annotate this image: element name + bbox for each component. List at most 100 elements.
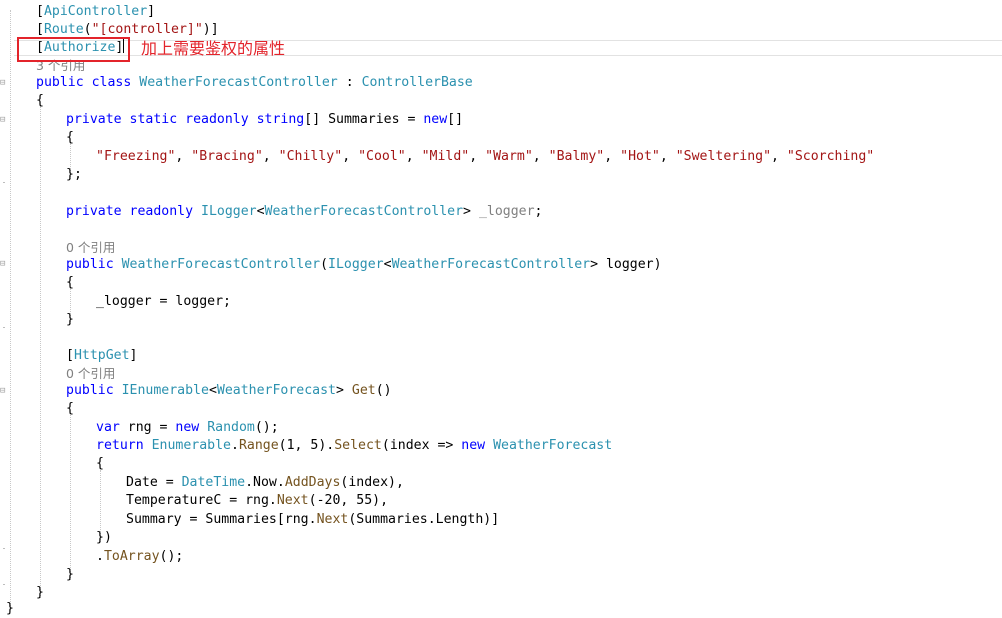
code-line[interactable]: public IEnumerable<WeatherForecast> Get(… [66,382,392,400]
string-literal: "Freezing" [96,149,176,164]
string-literal: "Warm" [485,149,533,164]
identifier: [] Summaries = [304,112,424,127]
dot: . [231,438,239,453]
code-line[interactable]: private static readonly string[] Summari… [66,111,463,129]
comma: , [262,149,279,164]
attribute-name: Route [43,22,84,37]
code-line[interactable]: } [36,584,44,602]
code-line[interactable]: { [66,274,74,292]
bracket: [ [66,348,74,363]
keyword: return [96,438,144,453]
arguments: (-20, 55), [308,493,389,508]
code-line[interactable]: return Enumerable.Range(1, 5).Select(ind… [96,437,612,455]
code-line[interactable]: [ApiController] [36,3,155,21]
lambda: (index => [381,438,462,453]
code-line[interactable]: { [66,129,74,147]
keyword: public [36,75,84,90]
code-line[interactable]: .ToArray(); [96,548,183,566]
collapse-icon[interactable]: ⊟ [0,79,7,88]
type-name: ILogger [328,257,384,272]
comma: , [405,149,422,164]
method-name: ToArray [103,549,160,564]
type-name: WeatherForecast [216,383,336,398]
code-line[interactable]: }; [66,166,82,184]
dot: . [96,549,104,564]
code-line[interactable]: [HttpGet] [66,347,137,365]
identifier: rng = [119,420,176,435]
code-line[interactable]: var rng = new Random(); [96,419,279,437]
string-literal: "[controller]" [91,22,203,37]
code-line[interactable]: _logger = logger; [96,293,231,311]
angle-bracket: > [463,204,479,219]
base-class-name: ControllerBase [361,75,473,90]
keyword: class [91,75,132,90]
keyword: private [66,204,122,219]
string-literal: "Scorching" [786,149,875,164]
keyword: readonly [129,204,194,219]
code-line[interactable]: "Freezing", "Bracing", "Chilly", "Cool",… [96,148,874,166]
editor-gutter: ⊟ ⊟ ⊟ ⊟ [0,0,14,617]
paren: ( [83,22,92,37]
code-line[interactable]: public class WeatherForecastController :… [36,74,473,92]
code-line[interactable]: } [66,566,74,584]
code-line[interactable]: { [96,455,104,473]
arguments: (Summaries.Length)] [348,512,500,527]
identifier: TemperatureC = rng. [126,493,277,508]
fold-end-marker [3,327,5,328]
arguments: (1, 5). [278,438,335,453]
fold-end-marker [3,548,5,549]
code-line[interactable]: { [66,400,74,418]
method-name: AddDays [284,475,341,490]
keyword: new [175,420,200,435]
comma: , [659,149,676,164]
type-name: IEnumerable [121,383,209,398]
method-name: Next [316,512,349,527]
keyword: new [423,112,448,127]
reference-count-lens[interactable]: 0 个引用 [66,365,115,383]
fold-end-marker [3,182,5,183]
code-line[interactable]: Date = DateTime.Now.AddDays(index), [126,474,404,492]
code-line[interactable]: }) [96,529,112,547]
annotation-highlight-box [17,37,130,62]
collapse-icon[interactable]: ⊟ [0,260,7,269]
paren: (); [159,549,184,564]
type-name: Enumerable [151,438,231,453]
keyword: new [461,438,486,453]
keyword: var [96,420,120,435]
parameter: > logger) [590,257,662,272]
code-line[interactable]: TemperatureC = rng.Next(-20, 55), [126,492,388,510]
annotation-label: 加上需要鉴权的属性 [141,39,286,58]
field-name: _logger [478,204,535,219]
keyword: private [66,112,122,127]
string-literal: "Cool" [358,149,406,164]
string-literal: "Balmy" [548,149,605,164]
comma: , [175,149,192,164]
type-name: WeatherForecast [493,438,613,453]
comma: , [771,149,787,164]
code-line[interactable]: { [36,92,44,110]
keyword: string [256,112,305,127]
code-line[interactable]: Summary = Summaries[rng.Next(Summaries.L… [126,511,499,529]
type-name: DateTime [181,475,246,490]
reference-count-lens[interactable]: 0 个引用 [66,239,115,257]
comma: , [469,149,486,164]
code-line[interactable]: public WeatherForecastController(ILogger… [66,256,662,274]
keyword: readonly [185,112,249,127]
attribute-name: HttpGet [73,348,130,363]
string-literal: "Sweltering" [675,149,772,164]
bracket: [] [447,112,464,127]
method-name: Next [276,493,309,508]
angle-bracket: > [335,383,352,398]
code-line[interactable]: } [6,600,14,618]
code-line[interactable]: } [66,311,74,329]
collapse-icon[interactable]: ⊟ [0,116,7,125]
code-editor[interactable]: ⊟ ⊟ ⊟ ⊟ [ApiController] [ Route("[control… [0,0,1002,617]
keyword: public [66,257,114,272]
member-access: .Now. [245,475,285,490]
collapse-icon[interactable]: ⊟ [0,387,7,396]
type-name: WeatherForecastController [391,257,591,272]
string-literal: "Hot" [620,149,660,164]
code-line[interactable]: private readonly ILogger<WeatherForecast… [66,203,542,221]
type-name: ILogger [201,204,257,219]
comma: , [532,149,549,164]
